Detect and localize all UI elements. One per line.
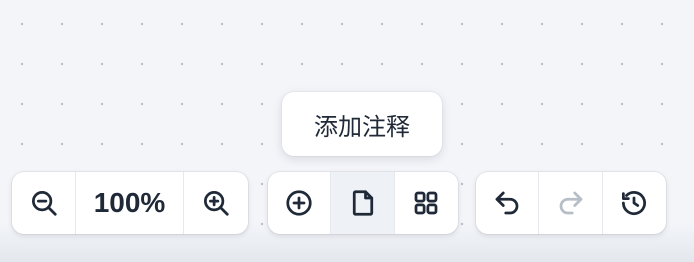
zoom-in-button[interactable] [184, 172, 248, 234]
tooltip-text: 添加注释 [314, 112, 410, 141]
tools-toolbar [268, 172, 458, 234]
zoom-out-button[interactable] [12, 172, 76, 234]
redo-button[interactable] [539, 172, 603, 234]
zoom-level-text: 100% [93, 187, 166, 218]
add-annotation-button[interactable] [331, 172, 395, 234]
history-toolbar [476, 172, 666, 234]
redo-icon [556, 188, 586, 218]
grid-button[interactable] [395, 172, 458, 234]
history-icon [619, 188, 649, 218]
zoom-level[interactable]: 100% [76, 172, 184, 234]
zoom-in-icon [201, 188, 231, 218]
zoom-out-icon [29, 188, 59, 218]
grid-icon [411, 188, 441, 218]
plus-circle-icon [284, 188, 314, 218]
add-annotation-tooltip: 添加注释 [282, 92, 442, 156]
undo-button[interactable] [476, 172, 540, 234]
history-button[interactable] [603, 172, 666, 234]
add-button[interactable] [268, 172, 332, 234]
zoom-toolbar: 100% [12, 172, 248, 234]
undo-icon [492, 188, 522, 218]
note-icon [348, 188, 378, 218]
